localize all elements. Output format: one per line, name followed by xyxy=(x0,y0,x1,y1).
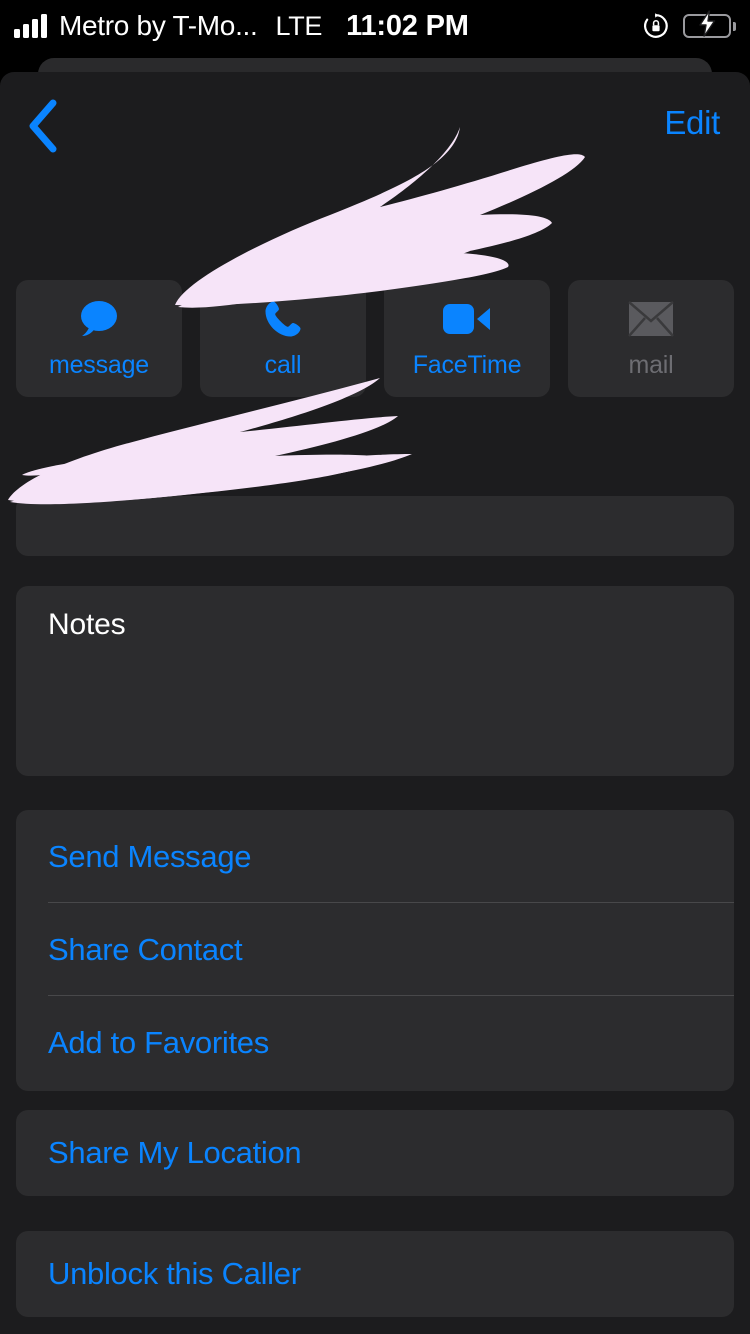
unblock-caller-card: Unblock this Caller xyxy=(16,1231,734,1317)
phone-handset-icon xyxy=(262,297,304,341)
edit-button[interactable]: Edit xyxy=(664,104,720,142)
back-button[interactable] xyxy=(14,99,70,158)
carrier-label: Metro by T-Mo... xyxy=(59,10,258,41)
contact-detail-sheet: Edit message call FaceTime mail Notes Se… xyxy=(0,72,750,1334)
video-camera-icon xyxy=(443,297,491,341)
quick-action-tiles: message call FaceTime mail xyxy=(16,280,734,397)
unblock-this-caller-row[interactable]: Unblock this Caller xyxy=(16,1231,734,1317)
share-contact-label: Share Contact xyxy=(48,931,243,967)
battery-charging-icon xyxy=(683,9,736,38)
notes-card[interactable]: Notes xyxy=(16,586,734,776)
call-tile-label: call xyxy=(264,351,302,379)
facetime-tile-label: FaceTime xyxy=(412,351,522,379)
unblock-caller-label: Unblock this Caller xyxy=(48,1256,301,1291)
call-tile[interactable]: call xyxy=(200,280,366,397)
mail-tile-label: mail xyxy=(628,351,674,379)
facetime-tile[interactable]: FaceTime xyxy=(384,280,550,397)
share-my-location-label: Share My Location xyxy=(48,1135,302,1170)
share-contact-row[interactable]: Share Contact xyxy=(16,903,734,996)
send-message-label: Send Message xyxy=(48,838,252,874)
message-tile-label: message xyxy=(48,351,150,379)
message-bubble-icon xyxy=(77,297,121,341)
cellular-signal-icon xyxy=(14,14,47,38)
navigation-bar: Edit xyxy=(0,72,750,192)
iphone-screen: Metro by T-Mo... LTE 11:02 PM Edit messa… xyxy=(0,0,750,1334)
add-to-favorites-label: Add to Favorites xyxy=(48,1024,269,1060)
phone-number-card[interactable] xyxy=(16,496,734,556)
clock-label: 11:02 PM xyxy=(346,9,469,42)
network-type-label: LTE xyxy=(275,10,323,41)
contact-actions-card: Send Message Share Contact Add to Favori… xyxy=(16,810,734,1091)
send-message-row[interactable]: Send Message xyxy=(16,810,734,903)
chevron-left-icon xyxy=(25,99,59,158)
add-to-favorites-row[interactable]: Add to Favorites xyxy=(16,996,734,1089)
message-tile[interactable]: message xyxy=(16,280,182,397)
status-bar-left: Metro by T-Mo... LTE 11:02 PM xyxy=(0,10,469,43)
rotation-lock-icon xyxy=(641,11,671,41)
envelope-icon xyxy=(628,297,674,341)
status-bar: Metro by T-Mo... LTE 11:02 PM xyxy=(0,0,750,52)
status-bar-right xyxy=(641,0,736,52)
share-my-location-row[interactable]: Share My Location xyxy=(16,1110,734,1196)
notes-label: Notes xyxy=(48,608,126,641)
mail-tile: mail xyxy=(568,280,734,397)
share-location-card: Share My Location xyxy=(16,1110,734,1196)
